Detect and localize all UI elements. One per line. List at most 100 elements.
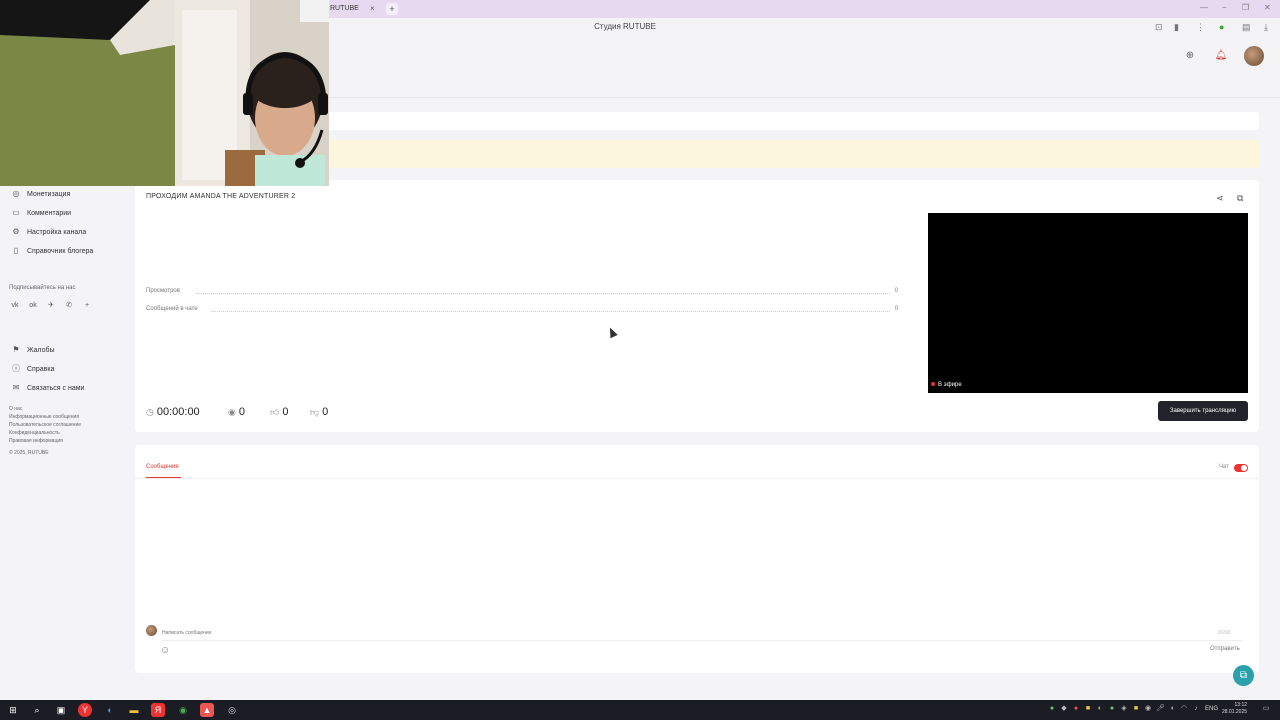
video-player[interactable] <box>928 213 1248 393</box>
footer-link[interactable]: О нас <box>9 406 22 412</box>
stat-label: Сообщений в чате <box>146 306 198 312</box>
sidebar-item-complaints[interactable]: ⚑ Жалобы <box>10 343 54 357</box>
notifications-icon[interactable]: ▭ <box>1262 705 1270 713</box>
chrome-icon[interactable]: ◉ <box>176 703 190 717</box>
footer-link[interactable]: Пользовательское соглашение <box>9 422 81 428</box>
tray-icon[interactable]: ◐ <box>1096 705 1104 713</box>
headset-icon[interactable]: ◖ <box>1168 705 1176 713</box>
yandex-browser-icon[interactable]: Y <box>78 703 92 717</box>
gear-icon: ⚙ <box>12 227 20 236</box>
help-icon: ⓘ <box>12 364 20 373</box>
ok-icon[interactable]: ok <box>27 300 39 312</box>
live-badge: В эфире <box>931 382 962 388</box>
sidebar-item-help[interactable]: ⓘ Справка <box>10 362 54 376</box>
footer-link[interactable]: Конфиденциальность <box>9 430 60 436</box>
tray-icon[interactable]: ◆ <box>1060 705 1068 713</box>
clock-icon: ◷ <box>146 407 154 417</box>
more-icon[interactable]: ⋮ <box>1196 22 1205 33</box>
send-button[interactable]: Отправить <box>1210 646 1240 652</box>
webcam-overlay <box>0 0 329 186</box>
file-explorer-icon[interactable]: ▬ <box>127 703 141 717</box>
microphone-icon[interactable]: 🎤︎ <box>1156 705 1165 713</box>
wifi-icon[interactable]: ◠ <box>1180 705 1188 713</box>
tab-label: RUTUBE <box>330 5 359 12</box>
page-title: Студия RUTUBE <box>594 22 656 31</box>
char-counter: 0/200 <box>1218 630 1231 636</box>
tray-icon[interactable]: ● <box>1048 705 1056 713</box>
stat-row-chat-messages: Сообщений в чате 0 <box>146 306 898 316</box>
mail-icon: ✉ <box>12 383 20 392</box>
coin-icon: ◎ <box>12 189 20 198</box>
end-stream-button[interactable]: Завершить трансляцию <box>1158 401 1248 421</box>
user-avatar[interactable] <box>1244 46 1264 66</box>
more-socials-icon[interactable]: + <box>81 300 93 312</box>
stat-value: 0 <box>894 288 898 294</box>
bookmark-icon[interactable]: ▮ <box>1174 22 1179 33</box>
tray-icon[interactable]: ◈ <box>1120 705 1128 713</box>
viber-icon[interactable]: ✆ <box>63 300 75 312</box>
sidebar-item-monetization[interactable]: ◎ Монетизация <box>10 187 71 201</box>
tab-messages[interactable]: Сообщения <box>146 464 179 470</box>
dislikes-metric: 👎︎ 0 <box>310 406 329 418</box>
search-icon[interactable]: ⌕ <box>30 703 44 717</box>
duration-metric: ◷ 00:00:00 <box>146 406 200 418</box>
copyright: © 2025, RUTUBE <box>9 450 49 456</box>
flag-icon: ⚑ <box>12 345 20 354</box>
tray-icon[interactable]: ◉ <box>1144 705 1152 713</box>
tray-icon[interactable]: ● <box>1108 705 1116 713</box>
tray-icon[interactable]: ■ <box>1084 705 1092 713</box>
stat-value: 0 <box>894 306 898 312</box>
sidebar-item-blogger-guide[interactable]: ▯ Справочник блогера <box>10 244 93 258</box>
webcam-image <box>0 0 329 186</box>
obs-icon[interactable]: ◎ <box>225 703 239 717</box>
tray-icon[interactable]: ■ <box>1132 705 1140 713</box>
tab-close-icon[interactable]: × <box>370 1 375 17</box>
chat-toggle[interactable] <box>1234 464 1248 472</box>
eye-icon: ◉ <box>228 407 236 417</box>
app-icon[interactable]: ▲ <box>200 703 214 717</box>
chat-avatar <box>146 625 157 636</box>
sidebar-item-channel-settings[interactable]: ⚙ Настройка канала <box>10 225 86 239</box>
chat-message-input[interactable] <box>162 625 1242 641</box>
share-icon[interactable]: ⋖ <box>1216 193 1224 204</box>
stream-title: ПРОХОДИМ AMANDA THE ADVENTURER 2 <box>146 193 296 200</box>
footer-link[interactable]: Информационные сообщения <box>9 414 79 420</box>
likes-metric: 👍︎ 0 <box>270 406 289 418</box>
edge-icon[interactable]: ◐ <box>103 703 117 717</box>
sidebar-item-contact[interactable]: ✉ Связаться с нами <box>10 381 85 395</box>
support-chat-icon[interactable]: ⧉ <box>1233 665 1254 686</box>
clock[interactable]: 13:12 28.01.2025 <box>1222 702 1247 716</box>
minimize-icon[interactable]: − <box>1222 3 1227 12</box>
emoji-icon[interactable]: ☺ <box>160 645 170 656</box>
maximize-icon[interactable]: ❐ <box>1242 3 1249 12</box>
open-external-icon[interactable]: ⧉ <box>1237 193 1243 204</box>
viewers-metric: ◉ 0 <box>228 406 245 418</box>
reader-icon[interactable]: ⊡ <box>1155 22 1163 33</box>
download-icon[interactable]: ⤓ <box>1264 22 1268 33</box>
yandex-icon[interactable]: Я <box>151 703 165 717</box>
language-indicator[interactable]: ENG <box>1205 706 1218 712</box>
volume-icon[interactable]: ♪ <box>1192 705 1200 713</box>
tray-icon[interactable]: ● <box>1072 705 1080 713</box>
stat-label: Просмотров <box>146 288 180 294</box>
upload-icon[interactable]: ⊕ <box>1183 49 1197 63</box>
window-menu-icon[interactable]: — <box>1200 3 1208 12</box>
thumbs-up-icon: 👍︎ <box>270 407 280 417</box>
chat-toggle-label: Чат <box>1219 464 1229 470</box>
start-icon[interactable]: ⊞ <box>6 703 20 717</box>
vk-icon[interactable]: vk <box>9 300 21 312</box>
close-window-icon[interactable]: ✕ <box>1264 3 1271 12</box>
follow-label: Подписывайтесь на нас <box>9 285 76 291</box>
telegram-icon[interactable]: ✈ <box>45 300 57 312</box>
footer-link[interactable]: Правовая информация <box>9 438 63 444</box>
thumbs-down-icon: 👎︎ <box>310 407 320 417</box>
extension-icon[interactable]: ● <box>1219 22 1224 32</box>
new-tab-button[interactable]: + <box>386 3 398 15</box>
sidebar-item-comments[interactable]: ▭ Комментарии <box>10 206 71 220</box>
book-icon: ▯ <box>13 246 19 255</box>
browser-tab[interactable]: RUTUBE × <box>330 1 382 17</box>
comment-icon: ▭ <box>12 208 20 217</box>
task-view-icon[interactable]: ▣ <box>54 703 68 717</box>
collections-icon[interactable]: ▤ <box>1242 22 1251 33</box>
notification-bell-icon[interactable]: 🔔︎ <box>1214 49 1228 63</box>
